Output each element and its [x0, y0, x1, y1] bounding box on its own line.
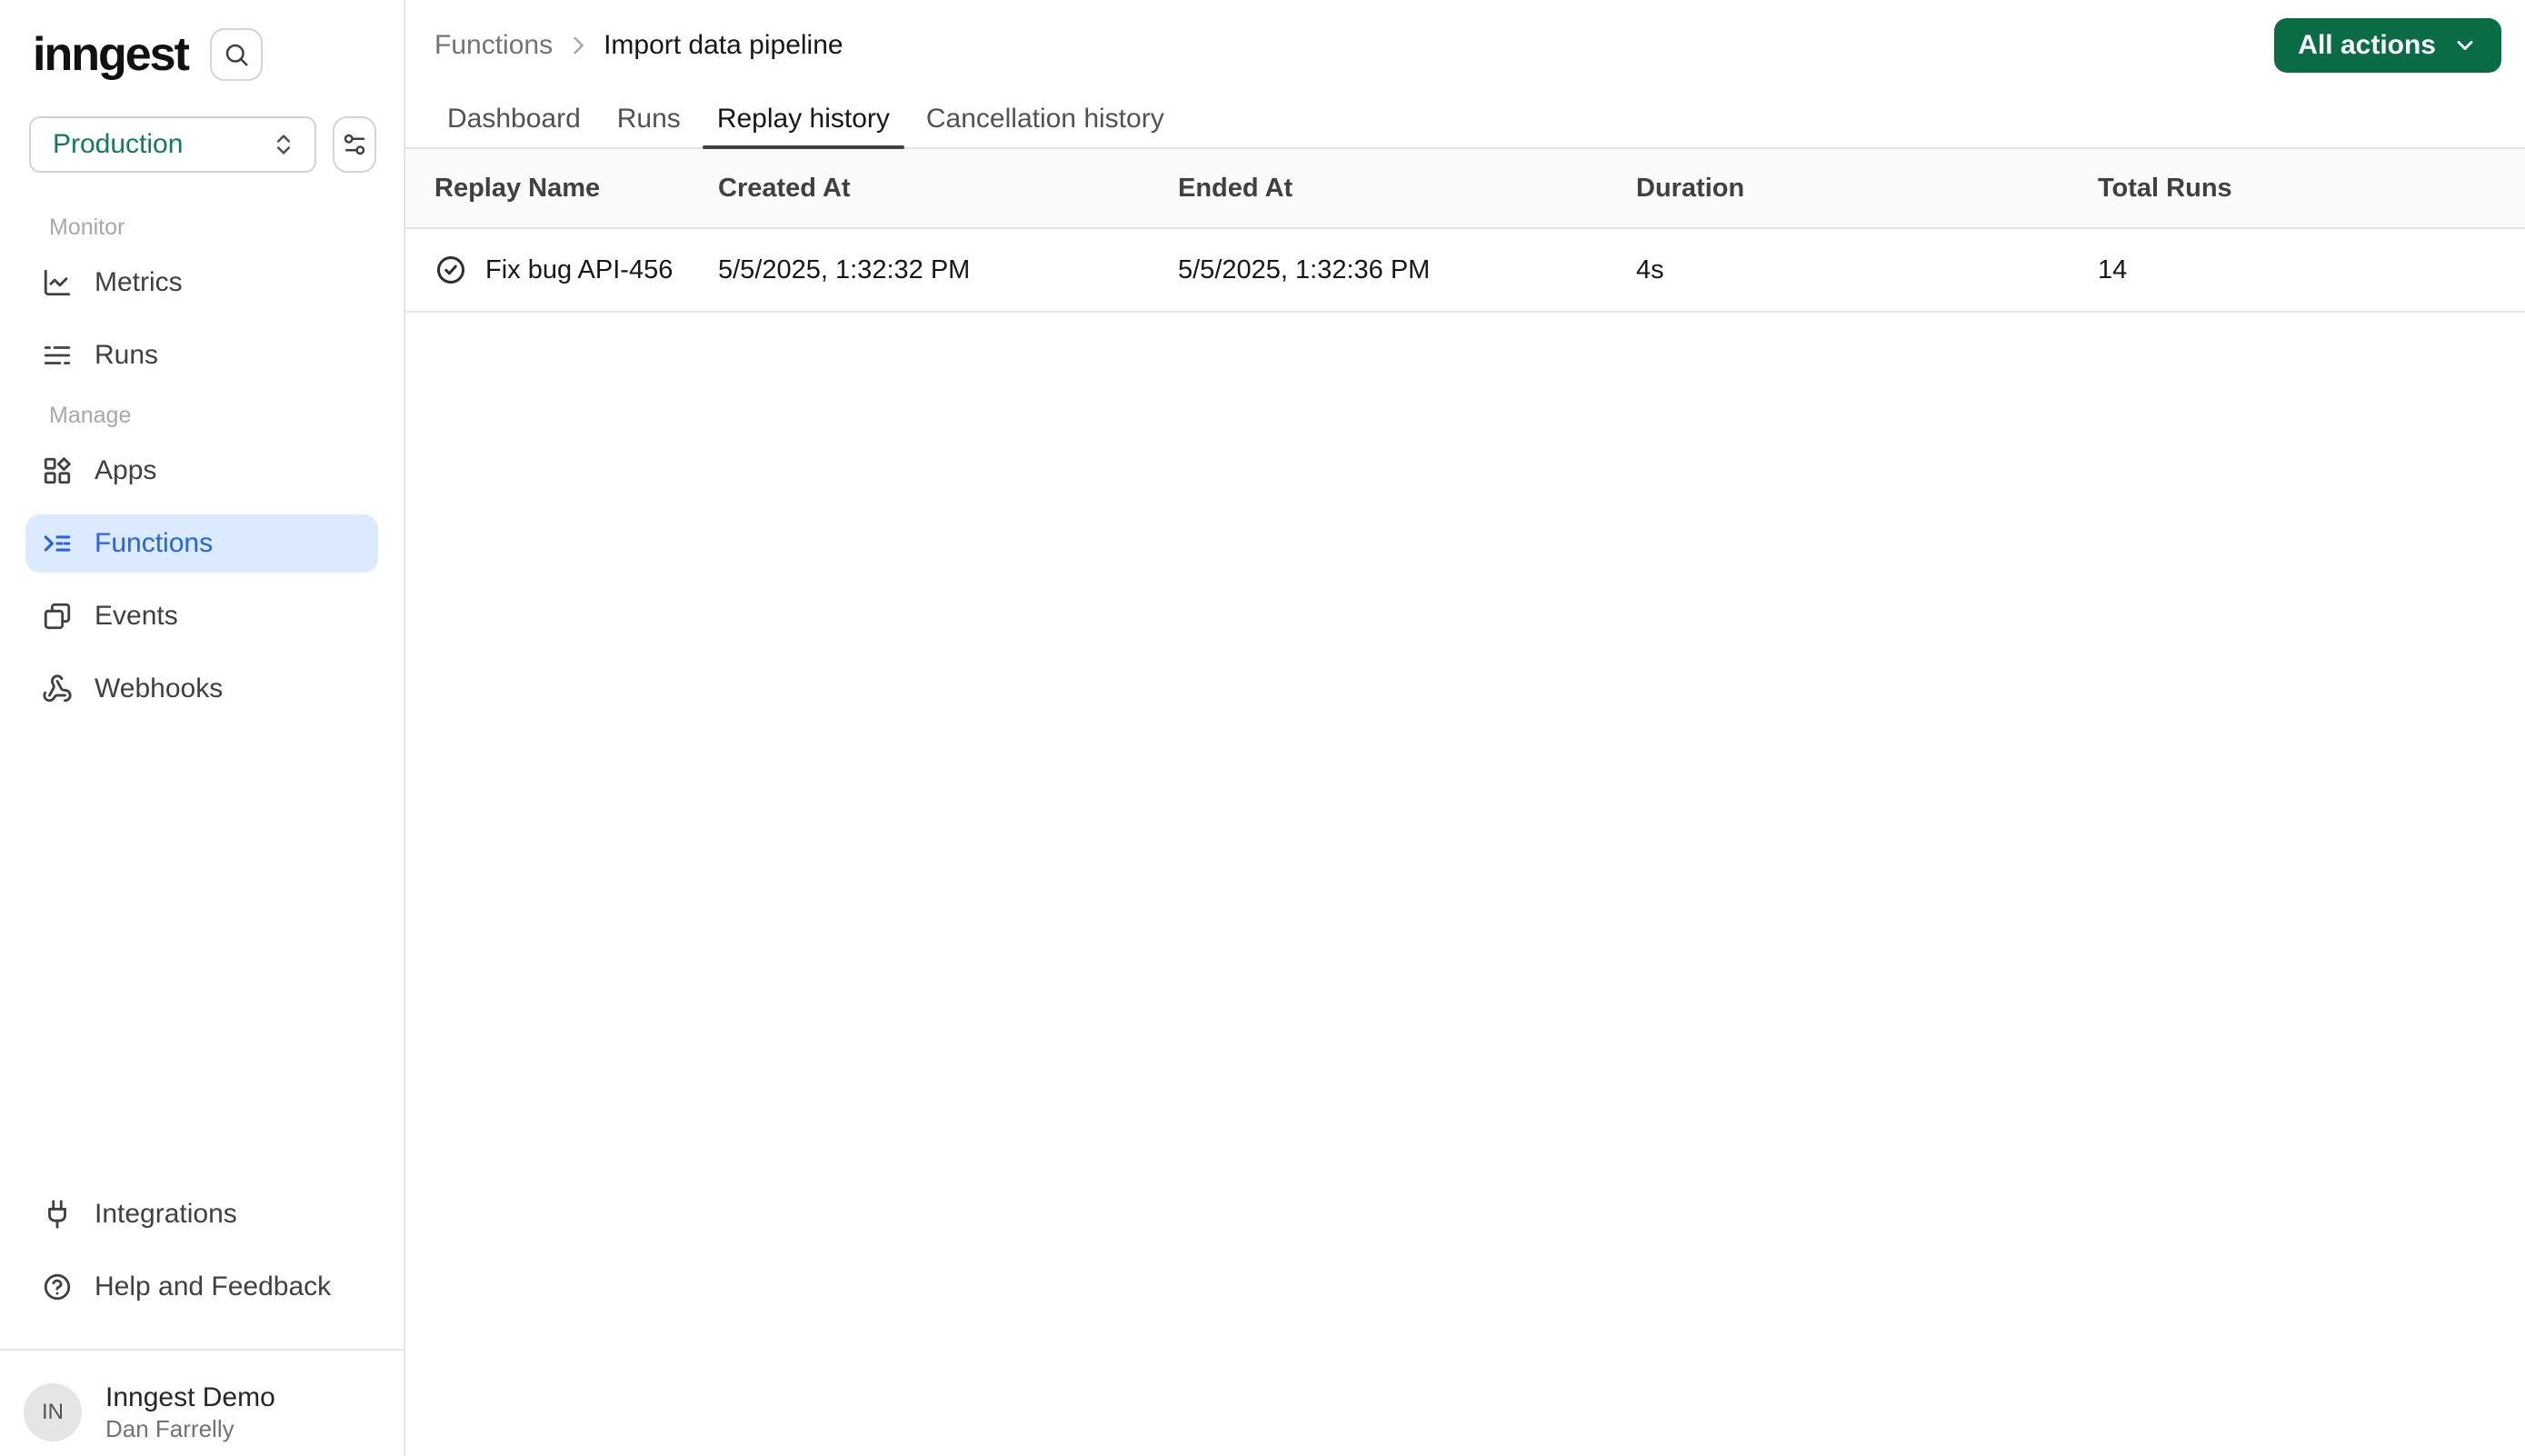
environment-row: Production — [0, 82, 404, 173]
sidebar-item-events[interactable]: Events — [25, 587, 378, 645]
chevrons-up-down-icon — [271, 132, 296, 157]
breadcrumb: Functions Import data pipeline — [434, 30, 843, 61]
all-actions-label: All actions — [2298, 30, 2436, 60]
env-settings-icon — [341, 131, 368, 158]
sidebar-item-label: Functions — [95, 528, 214, 558]
functions-list-icon — [42, 528, 73, 559]
sidebar-item-functions[interactable]: Functions — [25, 514, 378, 573]
plug-icon — [42, 1199, 73, 1230]
replay-name-cell: Fix bug API-456 — [434, 254, 718, 286]
sidebar-nav: Monitor Metrics Runs Manage Apps Functio… — [0, 173, 404, 733]
chevron-right-icon — [565, 33, 591, 58]
user-texts: Inngest Demo Dan Farrelly — [105, 1381, 275, 1443]
sidebar-item-runs[interactable]: Runs — [25, 326, 378, 384]
avatar: IN — [24, 1383, 82, 1441]
sidebar-item-label: Runs — [95, 340, 159, 370]
replay-name: Fix bug API-456 — [485, 254, 674, 284]
user-menu[interactable]: IN Inngest Demo Dan Farrelly — [0, 1349, 404, 1456]
breadcrumb-current-page: Import data pipeline — [604, 30, 843, 60]
environment-settings-button[interactable] — [333, 116, 376, 173]
total-runs-cell: 14 — [2098, 254, 2128, 284]
column-header-ended-at: Ended At — [1178, 173, 1293, 203]
sidebar-item-label: Metrics — [95, 267, 183, 297]
all-actions-button[interactable]: All actions — [2274, 18, 2501, 73]
sidebar-item-metrics[interactable]: Metrics — [25, 254, 378, 312]
environment-select[interactable]: Production — [29, 116, 316, 173]
sidebar: inngest Production Monitor Metrics Runs … — [0, 0, 405, 1456]
replay-history-table: Replay Name Created At Ended At Duration… — [405, 149, 2525, 313]
tab-dashboard[interactable]: Dashboard — [429, 91, 599, 147]
column-header-total-runs: Total Runs — [2098, 173, 2232, 203]
search-button[interactable] — [209, 28, 263, 81]
main-header: Functions Import data pipeline All actio… — [405, 0, 2525, 91]
sidebar-item-label: Help and Feedback — [95, 1272, 332, 1301]
table-header-row: Replay Name Created At Ended At Duration… — [405, 149, 2525, 229]
column-header-duration: Duration — [1636, 173, 1745, 203]
events-windows-icon — [42, 601, 73, 632]
sidebar-item-label: Integrations — [95, 1199, 237, 1229]
breadcrumb-functions-link[interactable]: Functions — [434, 30, 553, 61]
sidebar-item-label: Apps — [95, 455, 157, 485]
created-at-cell: 5/5/2025, 1:32:32 PM — [718, 254, 971, 284]
inngest-app: inngest Production Monitor Metrics Runs … — [0, 0, 2525, 1456]
ended-at-cell: 5/5/2025, 1:32:36 PM — [1178, 254, 1431, 284]
environment-selected-value: Production — [53, 129, 184, 159]
apps-grid-icon — [42, 455, 73, 486]
sidebar-item-help-feedback[interactable]: Help and Feedback — [25, 1258, 378, 1316]
chevron-down-icon — [2452, 33, 2478, 58]
function-tabs: Dashboard Runs Replay history Cancellati… — [405, 91, 2525, 149]
sidebar-item-apps[interactable]: Apps — [25, 442, 378, 500]
tab-cancellation-history[interactable]: Cancellation history — [908, 91, 1183, 147]
user-org-name: Inngest Demo — [105, 1382, 275, 1412]
sidebar-item-integrations[interactable]: Integrations — [25, 1185, 378, 1243]
tab-replay-history[interactable]: Replay history — [699, 91, 908, 149]
webhook-icon — [42, 673, 73, 704]
sidebar-item-label: Events — [95, 601, 178, 631]
main-content: Functions Import data pipeline All actio… — [405, 0, 2525, 1456]
sidebar-footer: Integrations Help and Feedback — [0, 1185, 404, 1331]
nav-section-monitor: Monitor — [49, 214, 125, 240]
sidebar-item-webhooks[interactable]: Webhooks — [25, 660, 378, 718]
column-header-replay-name: Replay Name — [434, 173, 601, 203]
duration-cell: 4s — [1636, 254, 1664, 284]
inngest-logo: inngest — [33, 28, 190, 81]
table-row[interactable]: Fix bug API-456 5/5/2025, 1:32:32 PM 5/5… — [405, 229, 2525, 313]
chart-line-icon — [42, 267, 73, 298]
runs-list-icon — [42, 340, 73, 371]
search-icon — [223, 41, 250, 68]
check-circle-icon — [434, 254, 467, 286]
help-circle-icon — [42, 1272, 73, 1302]
column-header-created-at: Created At — [718, 173, 851, 203]
user-display-name: Dan Farrelly — [105, 1415, 235, 1442]
tab-runs[interactable]: Runs — [599, 91, 699, 147]
sidebar-item-label: Webhooks — [95, 673, 224, 703]
nav-section-manage: Manage — [49, 403, 132, 428]
logo-row: inngest — [0, 0, 404, 82]
